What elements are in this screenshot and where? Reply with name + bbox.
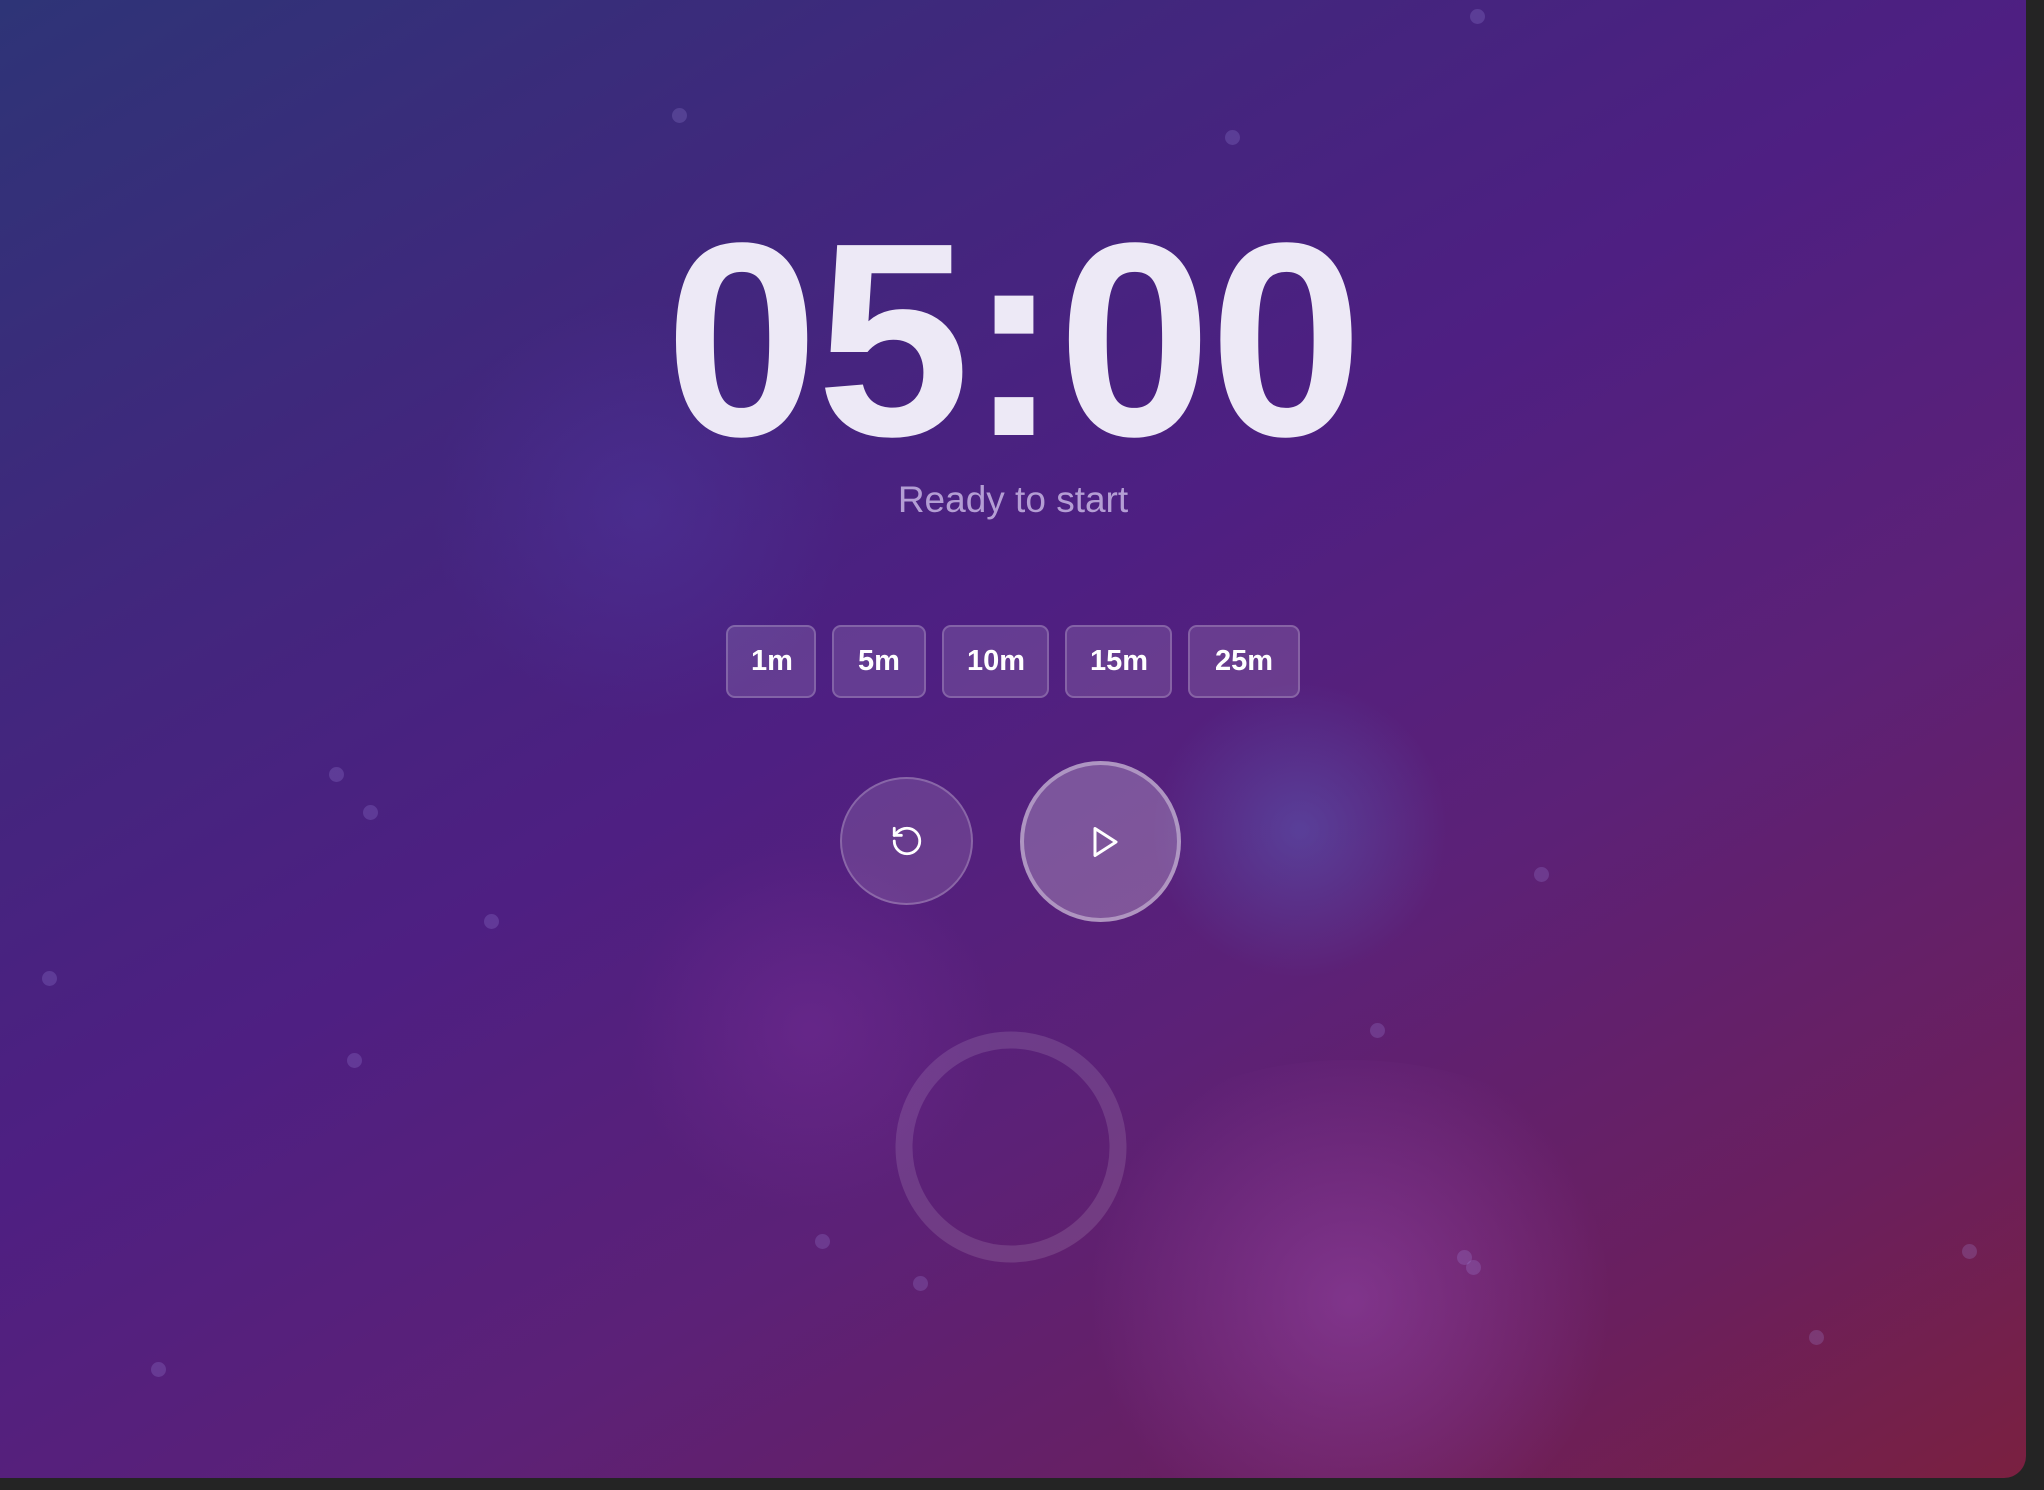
progress-ring-track [895, 1031, 1127, 1263]
preset-5m-button[interactable]: 5m [832, 625, 926, 698]
preset-group: 1m 5m 10m 15m 25m [0, 625, 2026, 698]
reset-button[interactable] [840, 777, 973, 905]
background-particle [329, 767, 344, 782]
preset-25m-button[interactable]: 25m [1188, 625, 1300, 698]
background-particle [1466, 1260, 1481, 1275]
background-particle [347, 1053, 362, 1068]
timer-status: Ready to start [897, 479, 1129, 520]
background-particle [1809, 1330, 1824, 1345]
play-button[interactable] [1020, 761, 1181, 922]
background-particle [1534, 867, 1549, 882]
timer-window: 05:00 Ready to start 1m 5m 10m 15m 25m [0, 0, 2026, 1478]
preset-1m-button[interactable]: 1m [726, 625, 816, 698]
background-particle [1962, 1244, 1977, 1259]
background-particle [672, 108, 687, 123]
progress-ring [895, 1031, 1127, 1263]
background-particle [1370, 1023, 1385, 1038]
preset-10m-button[interactable]: 10m [942, 625, 1049, 698]
preset-15m-button[interactable]: 15m [1065, 625, 1172, 698]
background-particle [151, 1362, 166, 1377]
background-particle [363, 805, 378, 820]
background-particle [913, 1276, 928, 1291]
background-particle [1470, 9, 1485, 24]
timer-display: 05:00 [665, 186, 1363, 494]
background-particle [1225, 130, 1240, 145]
background-particle [484, 914, 499, 929]
background-glow [1130, 680, 1470, 980]
play-icon [1093, 826, 1117, 857]
background-particle [815, 1234, 830, 1249]
rotate-ccw-icon [892, 826, 921, 856]
background-particle [42, 971, 57, 986]
